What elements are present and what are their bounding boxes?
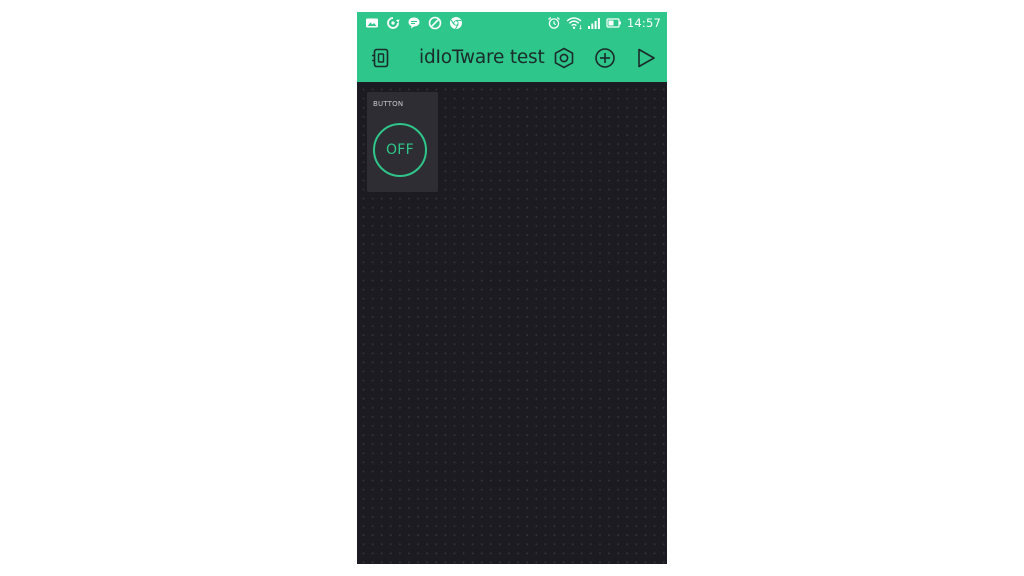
chat-icon	[408, 17, 420, 29]
app-screen: 14:57 idIoTware test BUTTON OFF	[357, 12, 667, 564]
system-icons: 14:57	[547, 15, 661, 31]
wifi-icon	[566, 17, 582, 30]
status-time: 14:57	[626, 16, 661, 30]
widget-label: BUTTON	[373, 100, 404, 108]
status-bar: 14:57	[357, 12, 667, 34]
notification-icons	[365, 16, 463, 30]
sync-icon	[387, 17, 400, 29]
play-button[interactable]	[634, 46, 658, 70]
image-icon	[366, 18, 378, 28]
add-widget-icon	[595, 48, 615, 68]
toggle-button[interactable]: OFF	[373, 123, 427, 177]
signal-icon	[587, 18, 600, 29]
add-widget-button[interactable]	[593, 46, 617, 70]
play-icon	[638, 48, 655, 68]
app-toolbar: idIoTware test	[357, 34, 667, 82]
settings-button[interactable]	[552, 46, 576, 70]
device-button[interactable]	[369, 46, 393, 70]
settings-hexagon-icon	[554, 47, 574, 69]
button-widget[interactable]: BUTTON OFF	[367, 92, 438, 192]
toggle-state-label: OFF	[385, 142, 415, 158]
battery-icon	[606, 18, 621, 28]
chrome-icon	[450, 17, 462, 30]
device-icon	[372, 48, 389, 68]
alarm-icon	[547, 17, 560, 29]
no-sign-icon	[428, 16, 442, 30]
widget-canvas[interactable]: BUTTON OFF	[357, 82, 667, 564]
project-title: idIoTware test	[419, 47, 545, 68]
